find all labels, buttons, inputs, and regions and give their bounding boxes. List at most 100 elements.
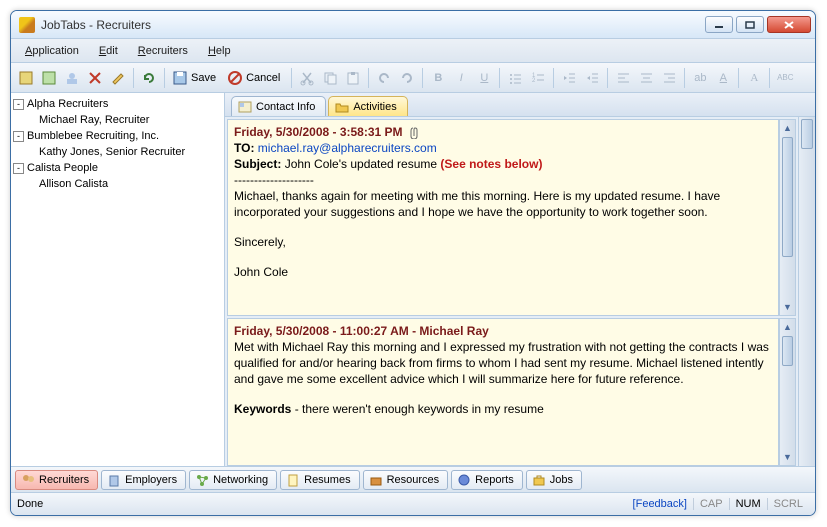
separator (553, 68, 554, 88)
copy-icon[interactable] (319, 67, 341, 89)
tree-toggle-icon[interactable]: - (13, 163, 24, 174)
delete-icon[interactable] (84, 67, 106, 89)
nav-resources[interactable]: Resources (363, 470, 449, 490)
pane-scrollbar[interactable] (798, 117, 815, 466)
separator (164, 68, 165, 88)
feedback-link[interactable]: [Feedback] (633, 498, 693, 510)
numbering-icon[interactable]: 12 (527, 67, 549, 89)
cancel-button[interactable]: Cancel (224, 67, 287, 89)
indent-icon[interactable] (581, 67, 603, 89)
new-item-icon[interactable] (15, 67, 37, 89)
note-date: Friday, 5/30/2008 - 11:00:27 AM - Michae… (234, 323, 772, 339)
tree-group[interactable]: -Alpha Recruiters (13, 96, 222, 112)
refresh-icon[interactable] (138, 67, 160, 89)
undo-icon[interactable] (373, 67, 395, 89)
folder-icon (335, 101, 349, 113)
card-icon (238, 101, 252, 113)
maximize-button[interactable] (736, 16, 764, 33)
nav-jobs[interactable]: Jobs (526, 470, 582, 490)
tree-item-label: Kathy Jones, Senior Recruiter (39, 146, 185, 158)
scrollbar[interactable]: ▲ ▼ (779, 318, 796, 466)
keywords-label: Keywords (234, 402, 291, 416)
edit-icon[interactable] (107, 67, 129, 89)
scroll-down-icon[interactable]: ▼ (780, 299, 795, 315)
detail-tabs: Contact Info Activities (225, 93, 815, 117)
tree-toggle-icon[interactable]: - (13, 99, 24, 110)
note-body: Met with Michael Ray this morning and I … (234, 339, 772, 387)
bullets-icon[interactable] (504, 67, 526, 89)
scroll-up-icon[interactable]: ▲ (780, 319, 795, 335)
new-note-icon[interactable] (38, 67, 60, 89)
bold-icon[interactable]: B (427, 67, 449, 89)
close-button[interactable] (767, 16, 811, 33)
activity-note[interactable]: Friday, 5/30/2008 - 3:58:31 PM TO: micha… (227, 119, 779, 316)
tree-group[interactable]: -Calista People (13, 160, 222, 176)
box-icon (369, 473, 383, 487)
nav-networking[interactable]: Networking (189, 470, 277, 490)
app-icon (19, 17, 35, 33)
scroll-down-icon[interactable]: ▼ (780, 449, 795, 465)
activity-note[interactable]: Friday, 5/30/2008 - 11:00:27 AM - Michae… (227, 318, 779, 466)
menubar: Applicationdocument.currentScript.previo… (11, 39, 815, 63)
divider: -------------------- (234, 172, 772, 188)
separator (607, 68, 608, 88)
cut-icon[interactable] (296, 67, 318, 89)
tree-item[interactable]: Michael Ray, Recruiter (35, 112, 222, 128)
save-button[interactable]: Save (169, 67, 223, 89)
briefcase-icon (532, 473, 546, 487)
underline-icon[interactable]: U (473, 67, 495, 89)
align-right-icon[interactable] (658, 67, 680, 89)
tree-group[interactable]: -Bumblebee Recruiting, Inc. (13, 128, 222, 144)
subject-annotation: (See notes below) (440, 157, 542, 171)
scroll-thumb[interactable] (801, 119, 813, 149)
tab-activities[interactable]: Activities (328, 96, 407, 116)
to-label: TO: (234, 141, 254, 155)
nav-resumes[interactable]: Resumes (280, 470, 359, 490)
minimize-button[interactable] (705, 16, 733, 33)
note-signature: John Cole (234, 264, 772, 280)
num-indicator: NUM (729, 498, 767, 510)
tree-item[interactable]: Allison Calista (35, 176, 222, 192)
outdent-icon[interactable] (558, 67, 580, 89)
caps-indicator: CAP (693, 498, 729, 510)
new-contact-icon[interactable] (61, 67, 83, 89)
menu-edit[interactable]: Edit (91, 43, 126, 59)
subject-text: John Cole's updated resume (285, 157, 437, 171)
nav-employers[interactable]: Employers (101, 470, 186, 490)
paste-icon[interactable] (342, 67, 364, 89)
note-body: Michael, thanks again for meeting with m… (234, 188, 772, 220)
redo-icon[interactable] (396, 67, 418, 89)
note-date: Friday, 5/30/2008 - 3:58:31 PM (234, 125, 403, 139)
people-icon (21, 473, 35, 487)
menu-recruiters[interactable]: Recruiters (130, 43, 196, 59)
to-email: michael.ray@alpharecruiters.com (258, 141, 437, 155)
tab-contact-info[interactable]: Contact Info (231, 96, 326, 116)
tree-item[interactable]: Kathy Jones, Senior Recruiter (35, 144, 222, 160)
italic-icon[interactable]: I (450, 67, 472, 89)
highlight-icon[interactable]: ab (689, 67, 711, 89)
separator (133, 68, 134, 88)
tree-toggle-icon[interactable]: - (13, 131, 24, 142)
font-icon[interactable]: A (743, 67, 765, 89)
network-icon (195, 473, 209, 487)
spellcheck-icon[interactable]: ABC (774, 67, 796, 89)
document-icon (286, 473, 300, 487)
font-color-icon[interactable]: A (712, 67, 734, 89)
scroll-thumb[interactable] (782, 336, 793, 366)
tree-item-label: Michael Ray, Recruiter (39, 114, 149, 126)
align-left-icon[interactable] (612, 67, 634, 89)
window-title: JobTabs - Recruiters (41, 18, 151, 32)
titlebar: JobTabs - Recruiters (11, 11, 815, 39)
activities-area: Friday, 5/30/2008 - 3:58:31 PM TO: micha… (225, 117, 815, 466)
cancel-label: Cancel (246, 72, 280, 84)
align-center-icon[interactable] (635, 67, 657, 89)
menu-help[interactable]: Help (200, 43, 239, 59)
menu-application[interactable]: Applicationdocument.currentScript.previo… (17, 43, 87, 59)
scrollbar[interactable]: ▲ ▼ (779, 119, 796, 316)
status-text: Done (17, 498, 43, 510)
nav-reports[interactable]: Reports (451, 470, 523, 490)
scroll-up-icon[interactable]: ▲ (780, 120, 795, 136)
recruiters-tree[interactable]: -Alpha Recruiters Michael Ray, Recruiter -… (11, 93, 225, 466)
scroll-thumb[interactable] (782, 137, 793, 257)
nav-recruiters[interactable]: Recruiters (15, 470, 98, 490)
